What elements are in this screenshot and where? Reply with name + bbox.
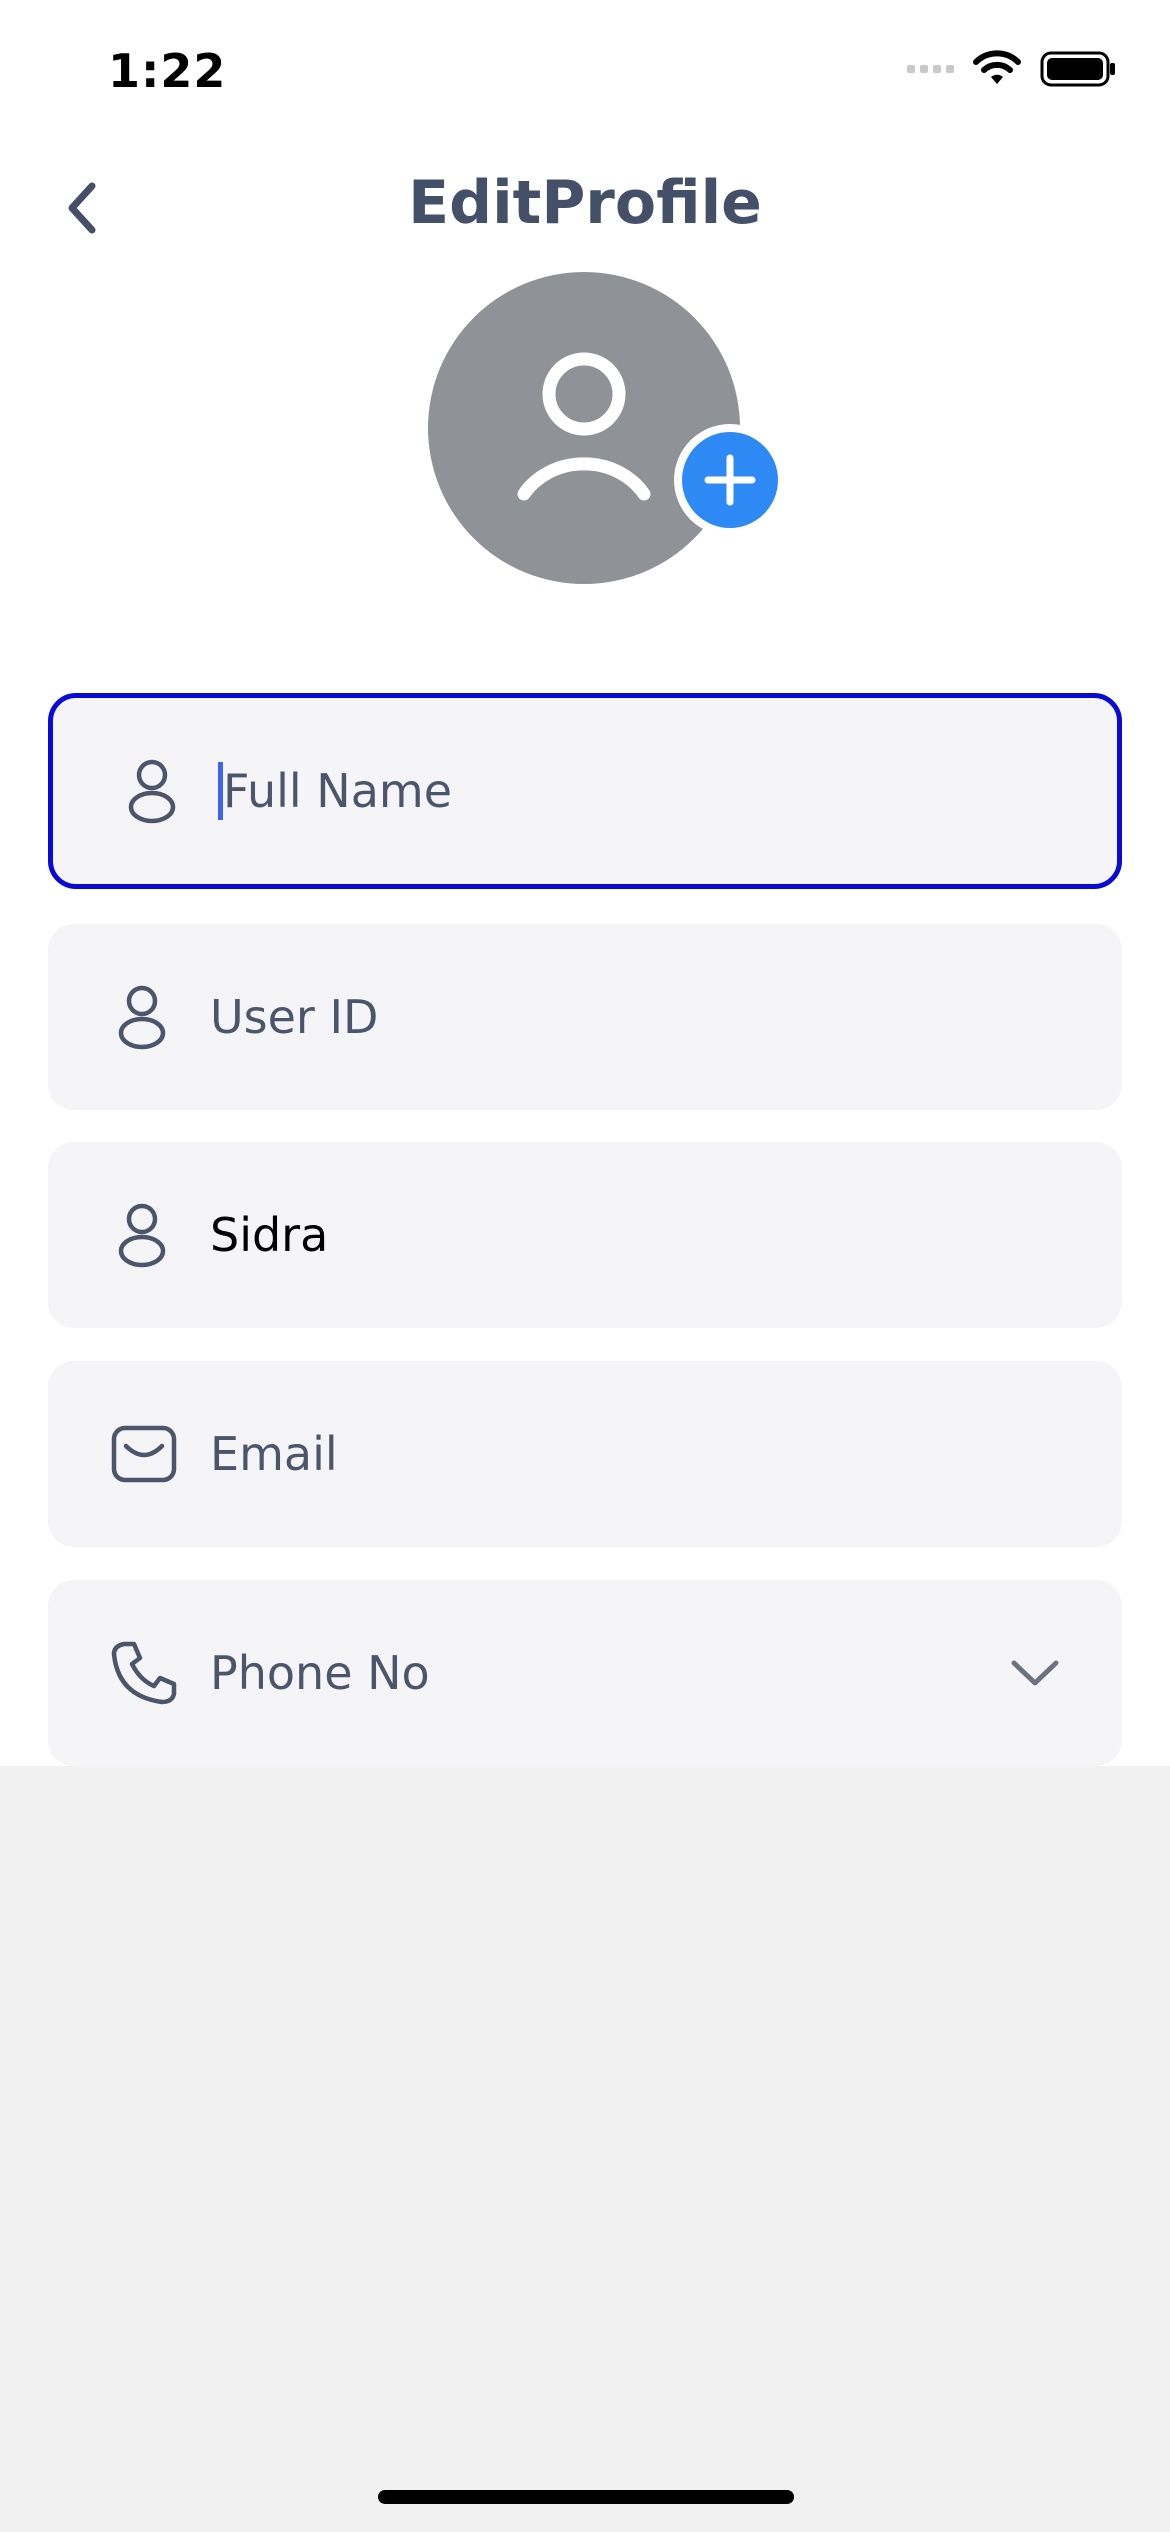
edit-profile-screen: 1:22 EditProfile Full Name User ID Sidra… (0, 0, 1170, 1766)
phone-placeholder: Phone No (210, 1646, 430, 1700)
user-id-placeholder: User ID (210, 990, 379, 1044)
status-icons (907, 50, 1116, 88)
name-field[interactable]: Sidra (48, 1142, 1122, 1328)
wifi-icon (973, 50, 1021, 84)
status-time: 1:22 (108, 44, 227, 98)
user-icon (118, 985, 166, 1050)
phone-field[interactable]: Phone No (48, 1580, 1122, 1766)
full-name-field[interactable]: Full Name (48, 693, 1122, 889)
user-icon (118, 1203, 166, 1268)
add-photo-button[interactable] (674, 424, 786, 536)
home-indicator[interactable] (378, 2490, 794, 2504)
name-value: Sidra (210, 1208, 329, 1262)
phone-icon (111, 1641, 177, 1705)
user-id-field[interactable]: User ID (48, 924, 1122, 1110)
full-name-placeholder: Full Name (223, 764, 452, 818)
battery-icon (1040, 51, 1115, 87)
mail-icon (111, 1425, 177, 1483)
user-icon (517, 352, 651, 501)
user-icon (128, 759, 176, 824)
page-title: EditProfile (408, 168, 762, 238)
avatar[interactable] (428, 272, 740, 584)
email-field[interactable]: Email (48, 1361, 1122, 1547)
signal-icon (907, 65, 954, 73)
chevron-down-icon[interactable] (1010, 1658, 1060, 1688)
email-placeholder: Email (210, 1427, 338, 1481)
plus-icon (704, 454, 756, 506)
